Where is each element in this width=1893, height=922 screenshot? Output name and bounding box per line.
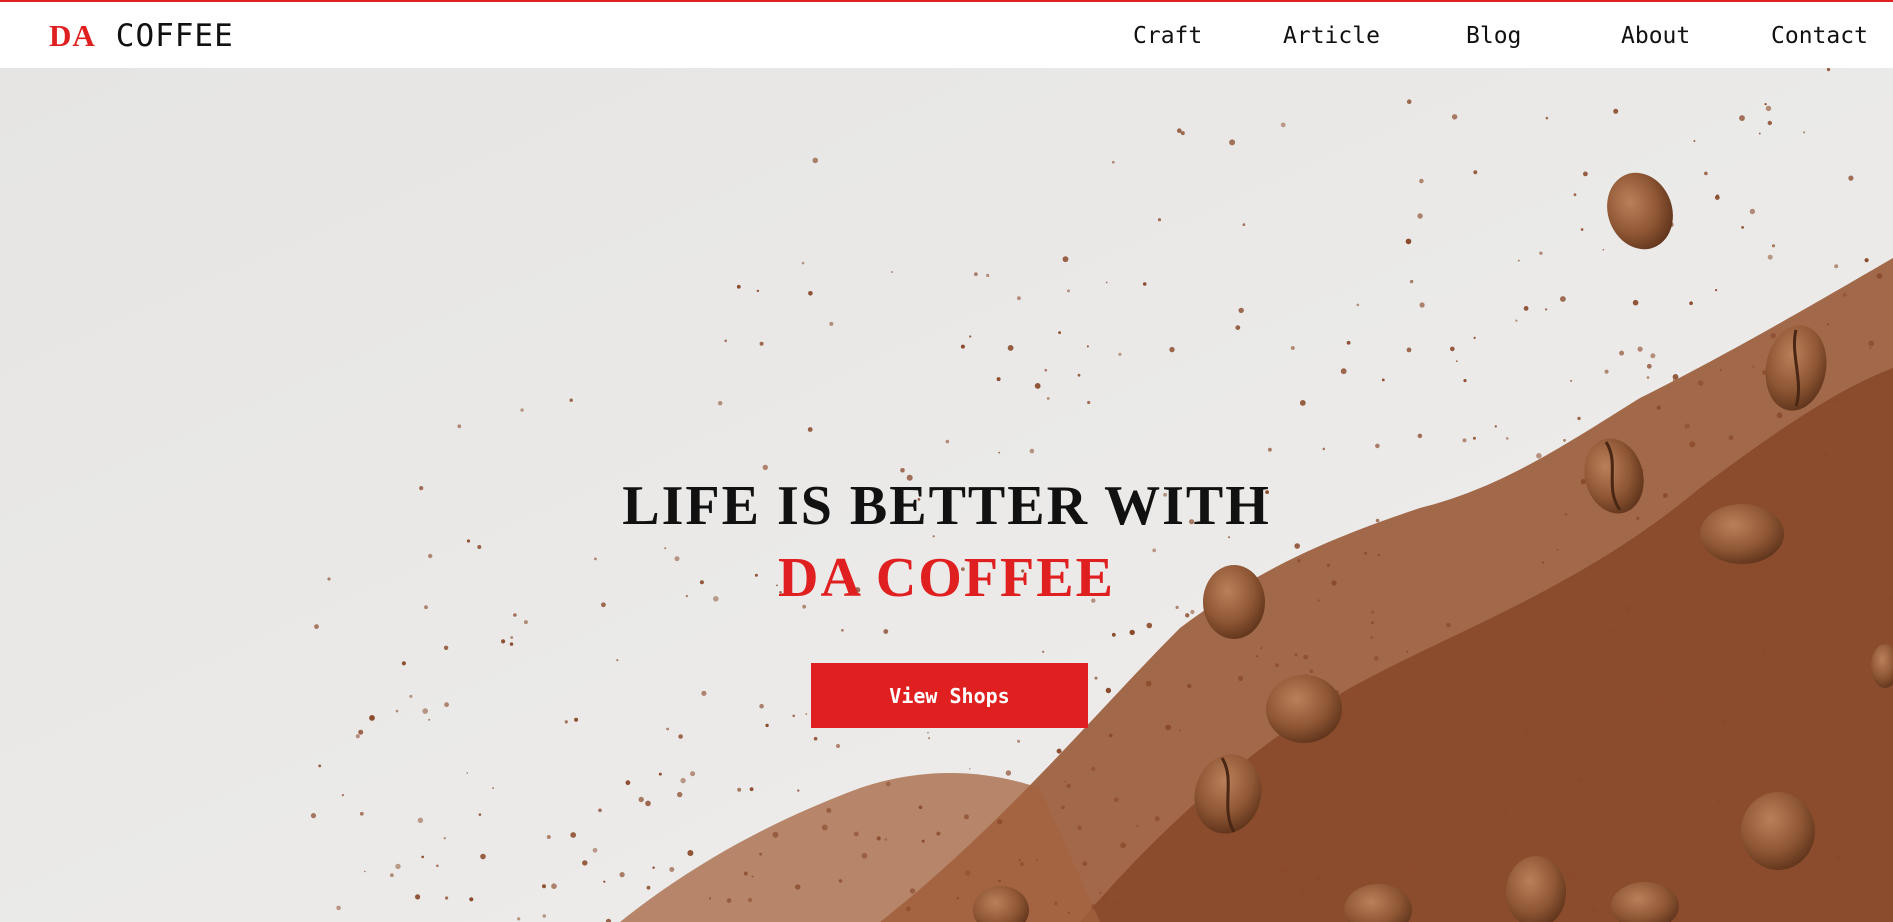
logo-coffee: COFFEE [115,18,234,54]
nav-link-about[interactable]: About [1621,22,1690,50]
hero-headline: LIFE IS BETTER WITH DA COFFEE [0,470,1893,614]
hero-section: LIFE IS BETTER WITH DA COFFEE View Shops [0,68,1893,922]
nav-link-contact[interactable]: Contact [1771,22,1868,50]
logo-da: DA [49,18,96,53]
view-shops-button[interactable]: View Shops [811,663,1088,728]
logo[interactable]: DA COFFEE [49,16,234,56]
site-header: DA COFFEE Craft Article Blog About Conta… [0,2,1893,68]
nav-link-craft[interactable]: Craft [1133,22,1202,50]
nav-link-blog[interactable]: Blog [1466,22,1521,50]
hero-headline-line2: DA COFFEE [778,547,1115,609]
nav-link-article[interactable]: Article [1283,22,1380,50]
hero-headline-line1: LIFE IS BETTER WITH [622,475,1271,537]
